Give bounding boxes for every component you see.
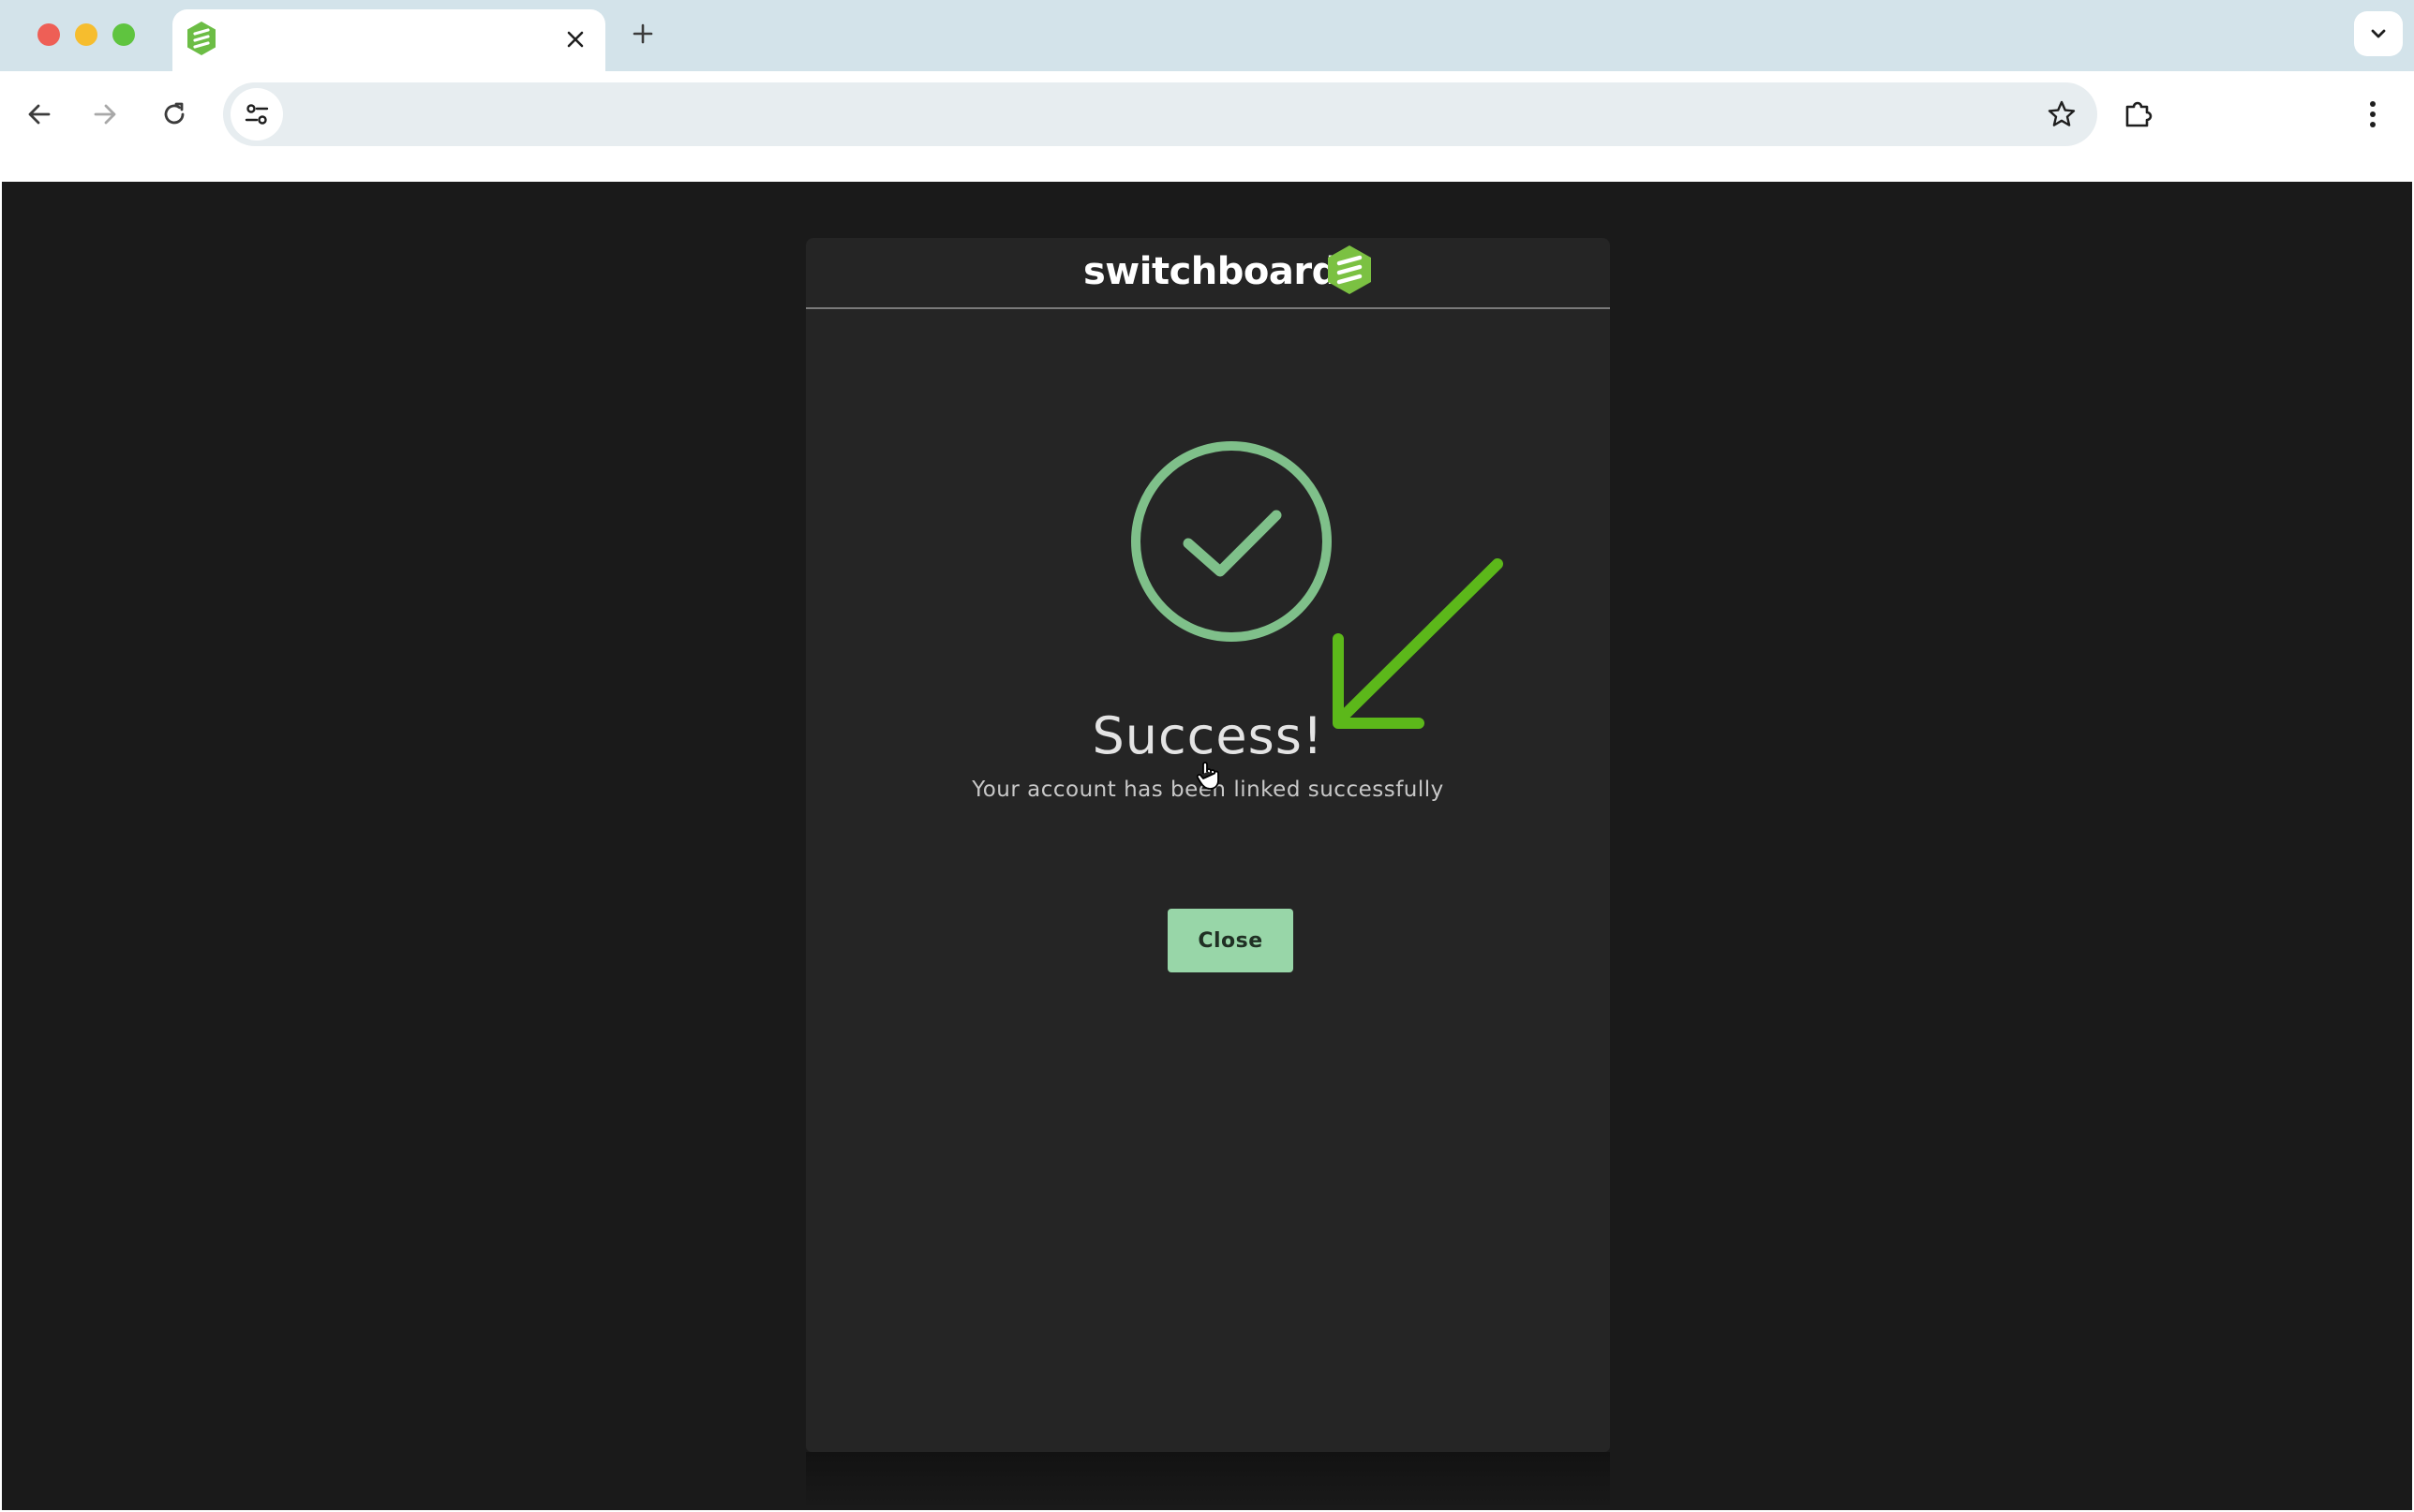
new-tab-button[interactable] bbox=[624, 15, 662, 52]
forward-button[interactable] bbox=[79, 88, 131, 141]
bookmark-button[interactable] bbox=[2035, 88, 2088, 141]
browser-toolbar bbox=[0, 71, 2414, 157]
switchboard-favicon-icon bbox=[187, 22, 216, 55]
window-close-button[interactable] bbox=[37, 23, 60, 46]
reload-icon bbox=[164, 102, 185, 125]
close-button[interactable]: Close bbox=[1168, 909, 1293, 972]
window-minimize-button[interactable] bbox=[75, 23, 97, 46]
kebab-menu-icon bbox=[2370, 101, 2376, 127]
tab-strip bbox=[0, 0, 2414, 71]
green-arrow-icon bbox=[1333, 558, 1503, 729]
arrow-right-icon bbox=[94, 104, 116, 125]
star-icon bbox=[2048, 100, 2076, 126]
browser-menu-button[interactable] bbox=[2347, 88, 2399, 141]
back-button[interactable] bbox=[13, 88, 66, 141]
arrow-left-icon bbox=[28, 104, 51, 125]
address-bar[interactable] bbox=[223, 82, 2097, 148]
hand-cursor-icon bbox=[1196, 762, 1219, 790]
switchboard-dialog: switchboard Success! Your account has be… bbox=[806, 238, 1610, 1452]
puzzle-icon bbox=[2125, 101, 2153, 127]
extensions-button[interactable] bbox=[2112, 88, 2165, 141]
site-info-button[interactable] bbox=[231, 88, 283, 141]
browser-tab[interactable] bbox=[172, 9, 605, 71]
reload-button[interactable] bbox=[148, 88, 201, 141]
tune-icon bbox=[245, 104, 269, 125]
tab-close-button[interactable] bbox=[559, 22, 592, 56]
chevron-down-icon bbox=[2371, 29, 2386, 38]
dialog-header: switchboard bbox=[806, 238, 1610, 309]
url-input[interactable] bbox=[302, 82, 1992, 148]
dialog-shadow bbox=[806, 1452, 1610, 1510]
plus-icon bbox=[633, 23, 653, 44]
browser-window: switchboard Success! Your account has be… bbox=[0, 0, 2414, 1512]
tab-search-button[interactable] bbox=[2354, 11, 2403, 56]
close-icon bbox=[567, 31, 584, 48]
page-viewport: switchboard Success! Your account has be… bbox=[2, 182, 2412, 1510]
switchboard-logo-icon bbox=[1328, 245, 1371, 294]
brand-logo-text: switchboard bbox=[1083, 250, 1338, 293]
window-maximize-button[interactable] bbox=[112, 23, 135, 46]
check-circle-icon bbox=[1131, 441, 1332, 642]
